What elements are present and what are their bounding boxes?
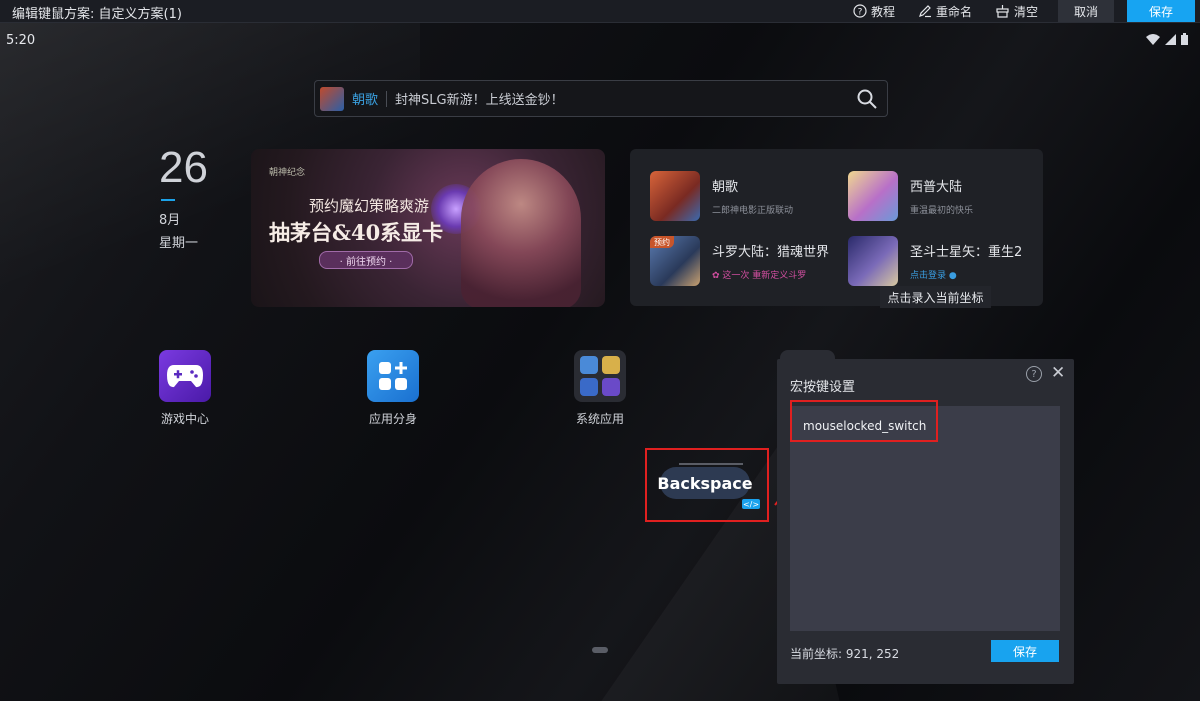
game-icon [650, 171, 700, 221]
cancel-button[interactable]: 取消 [1058, 0, 1114, 22]
banner-brand: 朝神纪念 [269, 168, 306, 178]
save-button[interactable]: 保存 [1127, 0, 1195, 22]
macro-key-highlight: Backspace </> [645, 448, 769, 522]
svg-text:?: ? [858, 8, 863, 18]
game-name: 西普大陆 [910, 180, 963, 195]
title-bar: 编辑键鼠方案: 自定义方案(1) ? 教程 重命名 清空 取消 保存 [0, 0, 1200, 23]
status-time: 5:20 [6, 33, 36, 48]
clock-month: 8月 [159, 213, 181, 228]
help-circle-icon: ? [853, 4, 867, 18]
recommended-games: 朝歌 二郎神电影正版联动 西普大陆 重温最初的快乐 预约 斗罗大陆：猎魂世界 ✿… [630, 149, 1043, 306]
macro-key-backspace[interactable]: Backspace [657, 467, 753, 499]
banner-cta-button[interactable]: · 前往预约 · [319, 251, 413, 269]
game-subtitle: 重温最初的快乐 [910, 206, 974, 216]
game-thumbnail [320, 86, 344, 111]
promo-banner[interactable]: 朝神纪念 预约魔幻策略爽游 抽茅台&40系显卡 · 前往预约 · [251, 149, 605, 307]
close-icon[interactable]: ✕ [1051, 363, 1065, 383]
app-game-center[interactable]: 游戏中心 [145, 350, 225, 427]
game-subtitle: 点击登录 ● [910, 271, 957, 281]
divider [386, 90, 388, 107]
clock-weekday: 星期一 [159, 236, 199, 251]
reserve-badge: 预约 [650, 236, 674, 248]
tutorial-button[interactable]: ? 教程 [853, 2, 895, 20]
clear-icon [996, 5, 1009, 18]
clear-label: 清空 [1014, 4, 1039, 19]
game-name: 斗罗大陆：猎魂世界 [712, 245, 830, 260]
banner-character [461, 159, 581, 307]
tutorial-label: 教程 [871, 4, 896, 19]
app-clone-icon [367, 350, 419, 402]
coordinate-value: 921, 252 [845, 647, 900, 661]
panel-title: 宏按键设置 [790, 380, 856, 395]
battery-icon [1181, 33, 1188, 45]
clock-accent-line [161, 199, 175, 201]
record-coordinate-tooltip: 点击录入当前坐标 [880, 286, 991, 308]
system-apps-icon [574, 350, 626, 402]
app-system-apps[interactable]: 系统应用 [560, 350, 640, 427]
page-indicator [592, 647, 608, 653]
pencil-icon [919, 5, 931, 18]
app-clone[interactable]: 应用分身 [353, 350, 433, 427]
help-icon[interactable]: ? [1026, 366, 1042, 382]
banner-headline: 预约魔幻策略爽游 [309, 197, 430, 215]
game-name: 朝歌 [712, 180, 739, 195]
app-label: 游戏中心 [160, 412, 209, 426]
app-label: 应用分身 [368, 412, 417, 426]
clock-day: 26 [159, 143, 208, 192]
macro-code-tag: </> [742, 499, 760, 509]
coordinate-label: 当前坐标: [790, 647, 843, 661]
clear-button[interactable]: 清空 [995, 2, 1038, 20]
search-game-name: 朝歌 [352, 93, 379, 108]
clock-widget: 26 8月 星期一 [159, 143, 208, 251]
search-bar[interactable]: 朝歌 封神SLG新游！上线送金钞！ [314, 80, 888, 117]
rename-button[interactable]: 重命名 [918, 2, 972, 20]
android-screen: 5:20 朝歌 封神SLG新游！上线送金钞！ 26 8月 星期一 朝神纪念 预约… [0, 23, 1200, 701]
app-label: 系统应用 [575, 412, 624, 426]
macro-code-editor[interactable]: mouselocked_switch [790, 400, 1060, 631]
game-item[interactable]: 朝歌 二郎神电影正版联动 [650, 171, 793, 221]
game-name: 圣斗士星矢：重生2 [910, 245, 1023, 260]
panel-save-button[interactable]: 保存 [991, 640, 1059, 662]
macro-settings-panel: 宏按键设置 ? ✕ mouselocked_switch 当前坐标: 921, … [777, 359, 1074, 684]
gamepad-icon [159, 350, 211, 402]
game-item[interactable]: 西普大陆 重温最初的快乐 [848, 171, 973, 221]
current-coordinate: 当前坐标: 921, 252 [790, 645, 899, 662]
game-item[interactable]: 圣斗士星矢：重生2 点击登录 ● [848, 236, 1022, 286]
game-icon [848, 171, 898, 221]
search-icon[interactable] [857, 89, 877, 109]
game-subtitle: ✿ 这一次 重新定义斗罗 [712, 271, 807, 281]
game-icon: 预约 [650, 236, 700, 286]
game-icon [848, 236, 898, 286]
macro-code-line: mouselocked_switch [803, 419, 927, 433]
status-icons [1146, 33, 1188, 45]
wifi-icon [1146, 33, 1160, 45]
signal-icon [1165, 33, 1176, 45]
search-promo-text: 封神SLG新游！上线送金钞！ [395, 93, 564, 108]
macro-key-handle [679, 463, 743, 465]
rename-label: 重命名 [936, 4, 973, 19]
game-subtitle: 二郎神电影正版联动 [712, 206, 794, 216]
banner-subheadline: 抽茅台&40系显卡 [269, 220, 444, 245]
game-item[interactable]: 预约 斗罗大陆：猎魂世界 ✿ 这一次 重新定义斗罗 [650, 236, 829, 286]
window-title: 编辑键鼠方案: 自定义方案(1) [12, 7, 182, 22]
